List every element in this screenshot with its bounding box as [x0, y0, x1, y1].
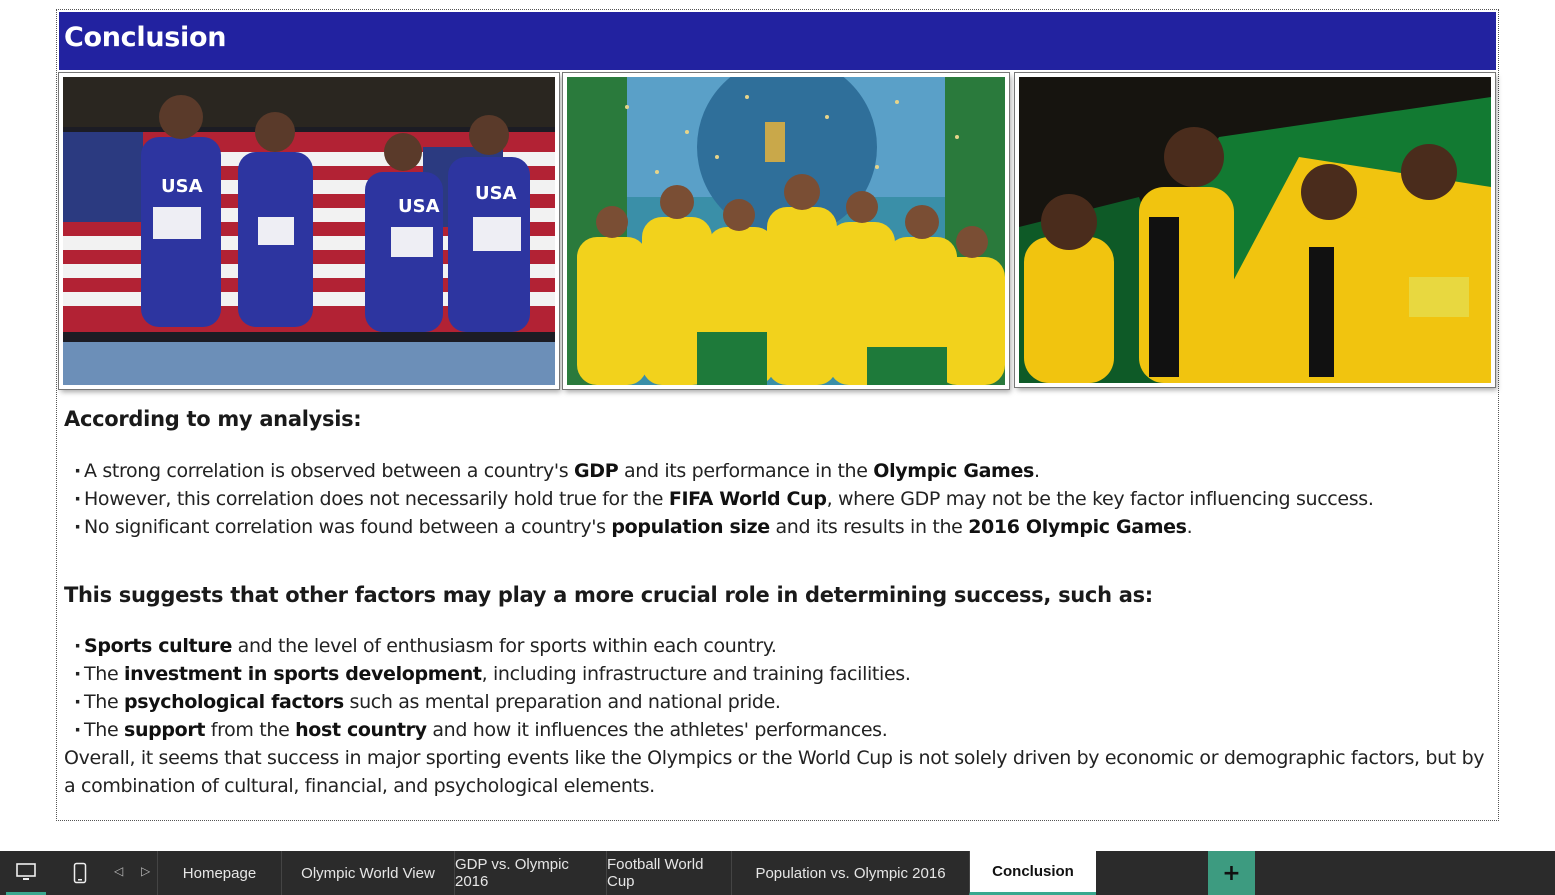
analysis-heading: According to my analysis:: [64, 407, 362, 431]
factor-item: The investment in sports development, in…: [74, 660, 911, 688]
bold-text: psychological factors: [123, 691, 344, 713]
text-run: and its performance in the: [618, 460, 874, 482]
conclusion-slide: Conclusion USA USA USA According to my a…: [56, 9, 1499, 821]
bold-text: Olympic Games: [873, 460, 1034, 482]
page-title: Conclusion: [64, 22, 227, 53]
mobile-view-icon[interactable]: [60, 851, 100, 895]
bold-text: population size: [611, 516, 770, 538]
bold-text: FIFA World Cup: [668, 488, 827, 510]
title-bar: Conclusion: [59, 12, 1496, 70]
text-run: A strong correlation is observed between…: [84, 460, 575, 482]
text-run: such as mental preparation and national …: [343, 691, 781, 713]
tab-olympic-world-view[interactable]: Olympic World View: [281, 851, 454, 895]
svg-text:USA: USA: [398, 196, 440, 217]
report-canvas: Conclusion USA USA USA According to my a…: [0, 0, 1555, 851]
brazil-team-celebration-photo[interactable]: [562, 72, 1010, 390]
tab-football-world-cup[interactable]: Football World Cup: [606, 851, 731, 895]
page-tab-bar: ◁ ▷ Homepage Olympic World View GDP vs. Ol…: [0, 851, 1555, 895]
text-run: No significant correlation was found bet…: [84, 516, 612, 538]
factor-item: The psychological factors such as mental…: [74, 688, 911, 716]
bold-text: Sports culture: [84, 635, 232, 657]
text-run: , where GDP may not be the key factor in…: [826, 488, 1374, 510]
bold-text: host country: [295, 719, 427, 741]
text-run: The: [84, 691, 124, 713]
bold-text: investment in sports development: [123, 663, 482, 685]
factor-item: The support from the host country and ho…: [74, 716, 911, 744]
text-run: However, this correlation does not neces…: [84, 488, 669, 510]
text-run: The: [84, 719, 124, 741]
finding-item: However, this correlation does not neces…: [74, 485, 1374, 513]
add-page-button[interactable]: +: [1208, 851, 1255, 895]
text-run: and its results in the: [769, 516, 969, 538]
findings-list: A strong correlation is observed between…: [74, 457, 1374, 541]
svg-text:USA: USA: [161, 176, 203, 197]
tab-homepage[interactable]: Homepage: [157, 851, 281, 895]
text-run: The: [84, 663, 124, 685]
scroll-tabs-right-icon[interactable]: ▷: [141, 864, 150, 878]
text-run: .: [1186, 516, 1193, 538]
text-run: .: [1033, 460, 1040, 482]
svg-text:USA: USA: [475, 183, 517, 204]
text-run: and how it influences the athletes' perf…: [426, 719, 888, 741]
finding-item: No significant correlation was found bet…: [74, 513, 1374, 541]
bold-text: 2016 Olympic Games: [968, 516, 1187, 538]
tab-population-vs-olympic-2016[interactable]: Population vs. Olympic 2016: [731, 851, 969, 895]
jamaica-relay-team-photo[interactable]: [1014, 72, 1496, 388]
scroll-tabs-left-icon[interactable]: ◁: [114, 864, 123, 878]
text-run: from the: [205, 719, 296, 741]
factor-item: Sports culture and the level of enthusia…: [74, 632, 911, 660]
summary-paragraph: Overall, it seems that success in major …: [64, 747, 1485, 797]
tab-gdp-vs-olympic-2016[interactable]: GDP vs. Olympic 2016: [454, 851, 606, 895]
text-run: and the level of enthusiasm for sports w…: [231, 635, 777, 657]
bold-text: GDP: [574, 460, 619, 482]
text-run: , including infrastructure and training …: [481, 663, 911, 685]
desktop-view-icon[interactable]: [6, 851, 46, 895]
finding-item: A strong correlation is observed between…: [74, 457, 1374, 485]
factors-heading: This suggests that other factors may pla…: [64, 583, 1153, 607]
factors-list: Sports culture and the level of enthusia…: [74, 632, 911, 744]
tab-conclusion[interactable]: Conclusion: [969, 851, 1096, 895]
bold-text: support: [123, 719, 206, 741]
usa-relay-team-photo[interactable]: USA USA USA: [58, 72, 560, 390]
